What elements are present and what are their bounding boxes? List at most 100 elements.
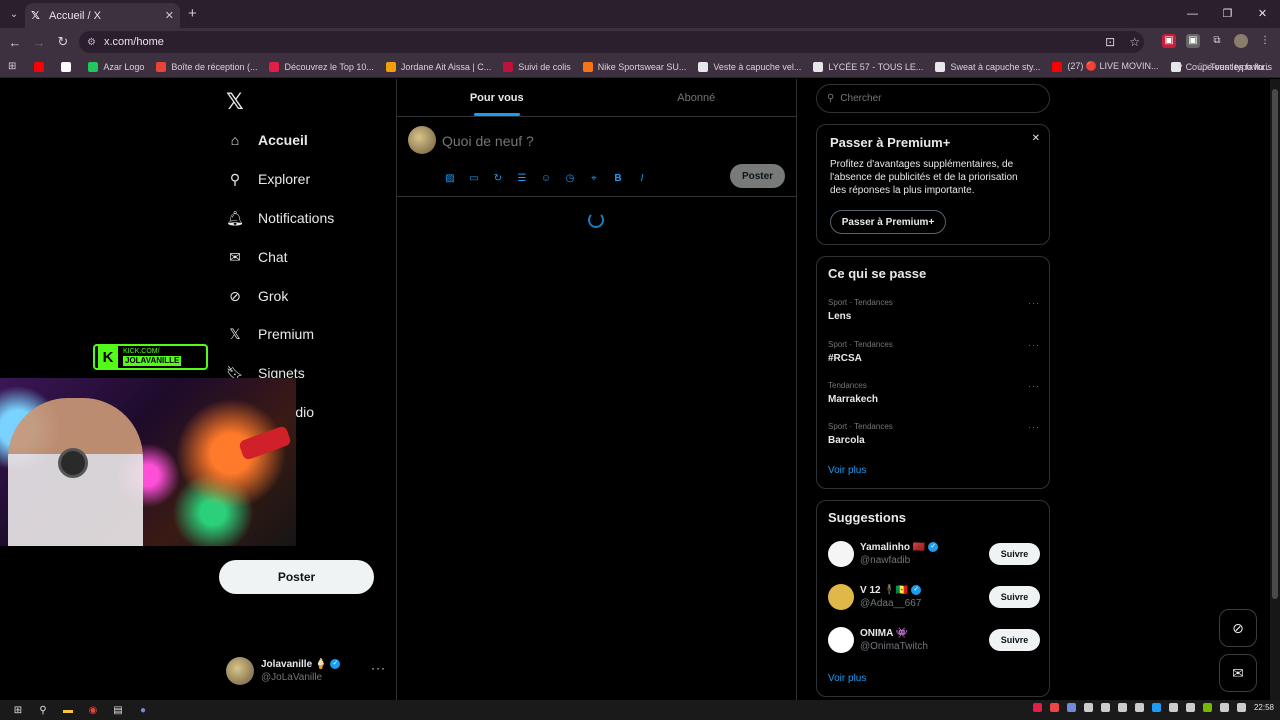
tray-icon[interactable]	[1117, 703, 1127, 712]
grok-icon[interactable]: ↻	[491, 171, 505, 185]
location-icon[interactable]: ⌖	[587, 171, 601, 185]
x-logo-icon[interactable]: 𝕏	[226, 89, 244, 115]
avatar[interactable]	[828, 584, 854, 610]
premium-button[interactable]: Passer à Premium+	[830, 210, 946, 234]
tray-icon[interactable]	[1168, 703, 1178, 712]
nav-item-explorer[interactable]: ⚲ Explorer	[226, 164, 310, 194]
bookmark-item[interactable]: Veste à capuche vel...	[698, 61, 801, 72]
tray-icon[interactable]	[1032, 703, 1042, 712]
browser-tab[interactable]: 𝕏 Accueil / X ✕	[25, 3, 180, 28]
suggestion-item[interactable]: V 12 🕴🇸🇳 ✓ @Adaa__667 Suivre	[828, 582, 1040, 612]
messages-fab-icon[interactable]: ✉	[1219, 654, 1257, 692]
nav-item-notifications[interactable]: 🔔︎ Notifications	[226, 203, 334, 233]
tray-icon[interactable]	[1202, 703, 1212, 712]
nav-item-accueil[interactable]: ⌂ Accueil	[226, 125, 308, 155]
bookmark-item[interactable]: Nike Sportswear SU...	[582, 61, 686, 72]
avatar[interactable]	[828, 627, 854, 653]
bookmark-item[interactable]: Boîte de réception (...	[156, 61, 257, 72]
suggestions-more-link[interactable]: Voir plus	[828, 673, 866, 684]
bookmark-item[interactable]: Azar Logo	[88, 61, 144, 72]
windows-start-icon[interactable]: ⊞	[11, 703, 25, 717]
clock[interactable]: 22:58	[1254, 703, 1274, 712]
more-icon[interactable]: ···	[1028, 422, 1040, 432]
tray-icon[interactable]	[1134, 703, 1144, 712]
restore-icon[interactable]: ❐	[1210, 0, 1245, 28]
italic-icon[interactable]: I	[635, 171, 649, 185]
trend-item[interactable]: Sport · Tendances Barcola ···	[828, 422, 1040, 446]
grok-fab-icon[interactable]: ⊘	[1219, 609, 1257, 647]
close-icon[interactable]: ✕	[1032, 133, 1040, 144]
bookmark-item[interactable]: Jordane Ait Aissa | C...	[385, 61, 491, 72]
trend-item[interactable]: Sport · Tendances Lens ···	[828, 298, 1040, 322]
avatar[interactable]	[408, 126, 436, 154]
bold-icon[interactable]: B	[611, 171, 625, 185]
schedule-icon[interactable]: ◷	[563, 171, 577, 185]
follow-button[interactable]: Suivre	[989, 629, 1040, 651]
tray-icon[interactable]	[1083, 703, 1093, 712]
bookmark-item[interactable]	[34, 61, 49, 72]
suggestion-item[interactable]: Yamalinho 🇲🇦 ✓ @nawfadib Suivre	[828, 539, 1040, 569]
more-bookmarks-icon[interactable]: »	[1178, 60, 1183, 76]
address-bar[interactable]: ⚙ x.com/home	[79, 31, 1144, 53]
new-tab-icon[interactable]: +	[188, 5, 197, 22]
trends-more-link[interactable]: Voir plus	[828, 465, 866, 476]
back-icon[interactable]: ←	[3, 35, 27, 50]
tray-icon[interactable]	[1049, 703, 1059, 712]
poll-icon[interactable]: ☰	[515, 171, 529, 185]
scrollbar-thumb[interactable]	[1272, 89, 1278, 599]
tray-icon[interactable]	[1219, 703, 1229, 712]
apps-grid-icon[interactable]: ⊞	[8, 61, 16, 73]
account-switcher[interactable]: Jolavanille 🍦 ✓ @JoLaVanille ···	[226, 655, 386, 687]
tab-abonne[interactable]: Abonné	[597, 79, 797, 116]
tray-icon[interactable]	[1236, 703, 1246, 712]
follow-button[interactable]: Suivre	[989, 586, 1040, 608]
discord-icon[interactable]: ●	[136, 703, 150, 717]
site-info-icon[interactable]: ⚙	[87, 37, 96, 48]
image-icon[interactable]: ▨	[443, 171, 457, 185]
tab-search-icon[interactable]: ⌄	[4, 4, 24, 24]
bookmark-item[interactable]: Suivi de colis	[503, 61, 571, 72]
nav-item-premium[interactable]: 𝕏 Premium	[226, 319, 314, 349]
app-icon[interactable]: ▤	[111, 703, 125, 717]
extension-icon[interactable]: ▣	[1162, 34, 1176, 48]
more-icon[interactable]: ···	[1028, 381, 1040, 391]
nav-item-chat[interactable]: ✉ Chat	[226, 242, 287, 272]
tray-icon[interactable]	[1185, 703, 1195, 712]
tray-icon[interactable]	[1100, 703, 1110, 712]
search-icon[interactable]: ⚲	[36, 703, 50, 717]
bookmark-item[interactable]: (27) 🔴 LIVE MOVIN...	[1052, 61, 1159, 72]
close-tab-icon[interactable]: ✕	[165, 9, 174, 22]
file-explorer-icon[interactable]: ▬	[61, 703, 75, 717]
more-icon[interactable]: ···	[371, 661, 386, 675]
bookmark-item[interactable]: LYCÉE 57 - TOUS LE...	[813, 61, 923, 72]
follow-button[interactable]: Suivre	[989, 543, 1040, 565]
avatar[interactable]	[828, 541, 854, 567]
minimize-icon[interactable]: —	[1175, 0, 1210, 28]
nav-item-grok[interactable]: ⊘ Grok	[226, 281, 288, 311]
bookmark-item[interactable]: Sweat à capuche sty...	[935, 61, 1040, 72]
star-icon[interactable]: ☆	[1129, 35, 1140, 49]
more-icon[interactable]: ···	[1028, 340, 1040, 350]
search-input[interactable]: ⚲ Chercher	[816, 84, 1050, 113]
trend-item[interactable]: Sport · Tendances #RCSA ···	[828, 340, 1040, 364]
emoji-icon[interactable]: ☺	[539, 171, 553, 185]
trend-item[interactable]: Tendances Marrakech ···	[828, 381, 1040, 405]
install-app-icon[interactable]: ⊡	[1105, 35, 1115, 49]
reload-icon[interactable]: ↻	[51, 34, 75, 50]
gif-icon[interactable]: ▭	[467, 171, 481, 185]
compose-post-button[interactable]: Poster	[730, 164, 785, 188]
page-scrollbar[interactable]	[1270, 79, 1280, 700]
bookmark-item[interactable]	[61, 61, 76, 72]
bookmark-item[interactable]: Découvrez le Top 10...	[269, 61, 374, 72]
tray-icon[interactable]	[1066, 703, 1076, 712]
more-icon[interactable]: ···	[1028, 298, 1040, 308]
compose-input[interactable]: Quoi de neuf ?	[442, 133, 534, 149]
extension-icon[interactable]: ▣	[1186, 34, 1200, 48]
extensions-puzzle-icon[interactable]: ⧉	[1210, 34, 1224, 48]
post-button[interactable]: Poster	[219, 560, 374, 594]
close-window-icon[interactable]: ✕	[1245, 0, 1280, 28]
suggestion-item[interactable]: ONIMA 👾 @OnimaTwitch Suivre	[828, 625, 1040, 655]
profile-avatar-icon[interactable]	[1234, 34, 1248, 48]
menu-kebab-icon[interactable]: ⋮	[1258, 34, 1272, 48]
chrome-icon[interactable]: ◉	[86, 703, 100, 717]
